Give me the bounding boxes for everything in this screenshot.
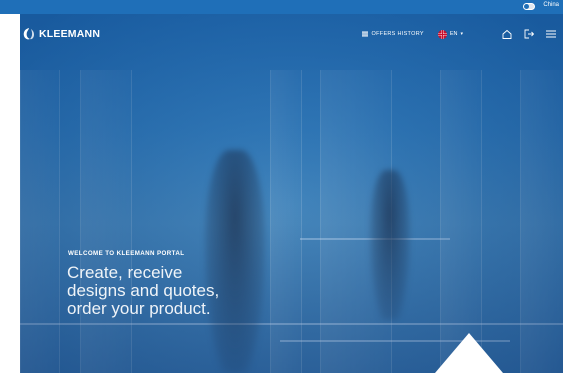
welcome-label: WELCOME TO KLEEMANN PORTAL: [68, 250, 185, 257]
hamburger-menu-icon[interactable]: [545, 28, 557, 40]
hero-headline: Create, receive designs and quotes, orde…: [67, 263, 220, 318]
glass-panel: [20, 70, 60, 373]
kleemann-logo-icon: [23, 28, 35, 40]
glass-panel: [270, 70, 302, 373]
glass-panel: [440, 70, 482, 373]
language-selector[interactable]: EN ▾: [437, 29, 463, 39]
glass-panel: [80, 70, 132, 373]
chevron-down-icon: ▾: [460, 31, 463, 37]
offers-history-label: OFFERS HISTORY: [371, 31, 424, 37]
brand-name: KLEEMANN: [39, 28, 101, 40]
brand-logo[interactable]: KLEEMANN: [22, 27, 100, 41]
site-header: KLEEMANN OFFERS HISTORY EN ▾: [20, 14, 563, 56]
region-label: China: [543, 2, 559, 8]
list-icon: [361, 31, 368, 37]
rail: [300, 238, 450, 240]
scroll-down-indicator[interactable]: [435, 333, 503, 373]
rail: [20, 323, 563, 325]
top-bar: [0, 0, 563, 14]
offers-history-link[interactable]: OFFERS HISTORY: [361, 31, 424, 37]
header-nav: OFFERS HISTORY EN ▾: [361, 26, 563, 42]
uk-flag-icon: [437, 29, 447, 39]
logout-icon[interactable]: [523, 28, 535, 40]
language-label: EN: [449, 31, 458, 37]
blurred-person: [205, 150, 265, 373]
region-toggle[interactable]: [523, 3, 535, 10]
glass-panel: [520, 70, 563, 373]
home-icon[interactable]: [501, 28, 513, 40]
blurred-person: [370, 170, 410, 320]
glass-panel: [320, 70, 392, 373]
